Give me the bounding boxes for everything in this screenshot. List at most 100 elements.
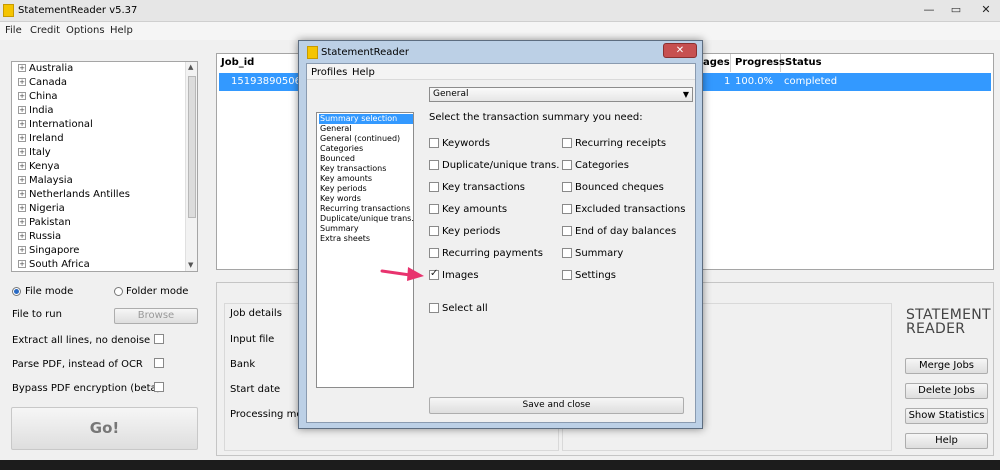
tree-item-australia[interactable]: + Australia: [18, 62, 73, 76]
recurring-receipts-checkbox[interactable]: [562, 138, 572, 148]
tree-item-label: Malaysia: [29, 175, 73, 186]
save-and-close-button[interactable]: Save and close: [429, 397, 684, 414]
file-mode-radio[interactable]: [12, 287, 21, 296]
header-progress[interactable]: Progress: [731, 54, 785, 72]
section-item-recurring-transactions[interactable]: Recurring transactions: [319, 204, 413, 214]
menu-help[interactable]: Help: [110, 25, 133, 36]
key-transactions-label: Key transactions: [442, 182, 526, 193]
show-statistics-button[interactable]: Show Statistics: [905, 408, 988, 424]
tree-item-nigeria[interactable]: + Nigeria: [18, 202, 65, 216]
tree-item-china[interactable]: + China: [18, 90, 58, 104]
section-item-summary-selection[interactable]: Summary selection: [319, 114, 413, 124]
expand-icon[interactable]: +: [18, 246, 26, 254]
expand-icon[interactable]: +: [18, 148, 26, 156]
section-item-general[interactable]: General: [319, 124, 413, 134]
expand-icon[interactable]: +: [18, 190, 26, 198]
dialog-menu-bar: Profiles Help: [307, 64, 695, 80]
select-all-checkbox[interactable]: [429, 303, 439, 313]
scroll-thumb[interactable]: [188, 76, 196, 218]
dialog-close-button[interactable]: ✕: [663, 43, 697, 58]
tree-scrollbar[interactable]: ▲ ▼: [185, 62, 197, 271]
go-button[interactable]: Go!: [11, 407, 198, 450]
parse-pdf-checkbox[interactable]: [154, 358, 164, 368]
maximize-button[interactable]: ▭: [945, 2, 967, 18]
expand-icon[interactable]: +: [18, 232, 26, 240]
merge-jobs-button[interactable]: Merge Jobs: [905, 358, 988, 374]
section-item-key-periods[interactable]: Key periods: [319, 184, 413, 194]
key-amounts-checkbox[interactable]: [429, 204, 439, 214]
key-periods-checkbox[interactable]: [429, 226, 439, 236]
categories-checkbox[interactable]: [562, 160, 572, 170]
scroll-down-icon[interactable]: ▼: [188, 261, 193, 269]
header-pages[interactable]: ages: [703, 54, 731, 72]
menu-file[interactable]: File: [5, 25, 22, 36]
section-item-bounced[interactable]: Bounced: [319, 154, 413, 164]
expand-icon[interactable]: +: [18, 204, 26, 212]
section-list[interactable]: Summary selection General General (conti…: [316, 112, 414, 388]
tree-item-pakistan[interactable]: + Pakistan: [18, 216, 71, 230]
expand-icon[interactable]: +: [18, 218, 26, 226]
summary-checkbox[interactable]: [562, 248, 572, 258]
input-file-label: Input file: [230, 334, 275, 345]
extract-lines-checkbox[interactable]: [154, 334, 164, 344]
duplicate-unique-checkbox[interactable]: [429, 160, 439, 170]
minimize-button[interactable]: —: [918, 2, 940, 18]
menu-options[interactable]: Options: [66, 25, 105, 36]
tree-item-international[interactable]: + International: [18, 118, 93, 132]
section-item-summary[interactable]: Summary: [319, 224, 413, 234]
section-item-extra-sheets[interactable]: Extra sheets: [319, 234, 413, 244]
section-item-general-continued[interactable]: General (continued): [319, 134, 413, 144]
tree-item-canada[interactable]: + Canada: [18, 76, 67, 90]
bounced-cheques-checkbox[interactable]: [562, 182, 572, 192]
tree-item-singapore[interactable]: + Singapore: [18, 244, 79, 258]
end-of-day-balances-checkbox[interactable]: [562, 226, 572, 236]
expand-icon[interactable]: +: [18, 120, 26, 128]
scroll-up-icon[interactable]: ▲: [188, 63, 193, 71]
key-amounts-label: Key amounts: [442, 204, 508, 215]
profile-select[interactable]: General ▼: [429, 87, 693, 102]
file-to-run-label: File to run: [12, 309, 62, 320]
section-item-duplicate-unique[interactable]: Duplicate/unique trans.: [319, 214, 414, 224]
tree-item-label: Australia: [29, 63, 74, 74]
duplicate-unique-label: Duplicate/unique trans.: [442, 160, 560, 171]
close-button[interactable]: ✕: [974, 2, 998, 18]
section-item-key-amounts[interactable]: Key amounts: [319, 174, 413, 184]
expand-icon[interactable]: +: [18, 176, 26, 184]
expand-icon[interactable]: +: [18, 260, 26, 268]
bounced-cheques-label: Bounced cheques: [575, 182, 664, 193]
key-transactions-checkbox[interactable]: [429, 182, 439, 192]
keywords-checkbox[interactable]: [429, 138, 439, 148]
country-tree[interactable]: + Australia + Canada + China + India + Intern…: [11, 61, 198, 272]
tree-item-india[interactable]: + India: [18, 104, 54, 118]
tree-item-italy[interactable]: + Italy: [18, 146, 51, 160]
delete-jobs-button[interactable]: Delete Jobs: [905, 383, 988, 399]
section-item-key-transactions[interactable]: Key transactions: [319, 164, 413, 174]
settings-checkbox[interactable]: [562, 270, 572, 280]
expand-icon[interactable]: +: [18, 64, 26, 72]
images-checkbox[interactable]: [429, 268, 439, 280]
recurring-payments-checkbox[interactable]: [429, 248, 439, 258]
folder-mode-radio[interactable]: [114, 287, 123, 296]
tree-item-ireland[interactable]: + Ireland: [18, 132, 64, 146]
help-button[interactable]: Help: [905, 433, 988, 449]
expand-icon[interactable]: +: [18, 78, 26, 86]
excluded-transactions-checkbox[interactable]: [562, 204, 572, 214]
profile-select-value: General: [433, 89, 469, 99]
tree-item-kenya[interactable]: + Kenya: [18, 160, 60, 174]
menu-credit[interactable]: Credit: [30, 25, 60, 36]
header-status[interactable]: Status: [781, 54, 993, 72]
tree-item-netherlands-antilles[interactable]: + Netherlands Antilles: [18, 188, 130, 202]
section-item-key-words[interactable]: Key words: [319, 194, 413, 204]
expand-icon[interactable]: +: [18, 134, 26, 142]
bypass-checkbox[interactable]: [154, 382, 164, 392]
tree-item-russia[interactable]: + Russia: [18, 230, 61, 244]
dialog-menu-profiles[interactable]: Profiles: [311, 67, 347, 78]
tree-item-south-africa[interactable]: + South Africa: [18, 258, 90, 271]
browse-button[interactable]: Browse: [114, 308, 198, 324]
expand-icon[interactable]: +: [18, 162, 26, 170]
section-item-categories[interactable]: Categories: [319, 144, 413, 154]
dialog-menu-help[interactable]: Help: [352, 67, 375, 78]
expand-icon[interactable]: +: [18, 92, 26, 100]
tree-item-malaysia[interactable]: + Malaysia: [18, 174, 73, 188]
expand-icon[interactable]: +: [18, 106, 26, 114]
